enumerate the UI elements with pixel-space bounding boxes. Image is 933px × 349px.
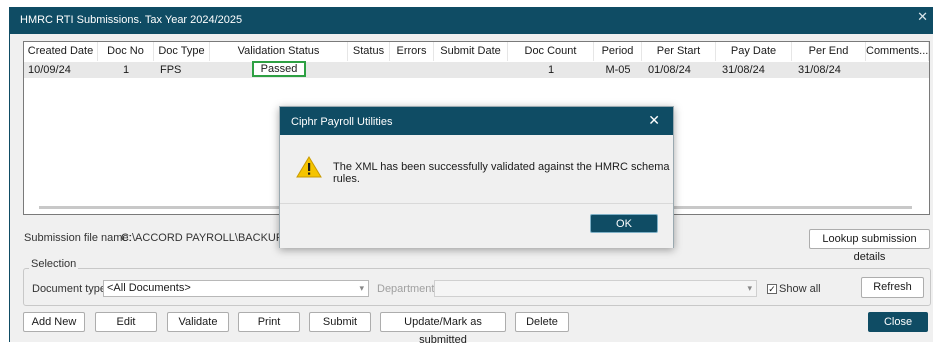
delete-button[interactable]: Delete (515, 312, 569, 332)
cell-comments (866, 62, 929, 78)
warning-icon (296, 156, 322, 178)
update-mark-submitted-button[interactable]: Update/Mark as submitted (380, 312, 506, 346)
col-header-pay-date[interactable]: Pay Date (716, 42, 792, 61)
chevron-down-icon: ▾ (747, 283, 752, 293)
submission-file-label: Submission file name: (24, 232, 132, 244)
lookup-submission-details-button[interactable]: Lookup submission details (809, 229, 930, 263)
validation-result-dialog: Ciphr Payroll Utilities ✕ The XML has be… (279, 106, 674, 248)
cell-errors (390, 62, 434, 78)
cell-doc-no: 1 (122, 64, 130, 76)
edit-button[interactable]: Edit (95, 312, 157, 332)
window-title: HMRC RTI Submissions. Tax Year 2024/2025 (20, 14, 243, 26)
col-header-submit-date[interactable]: Submit Date (434, 42, 508, 61)
close-icon[interactable]: ✕ (917, 9, 928, 25)
cell-period: M-05 (605, 64, 631, 76)
col-header-validation-status[interactable]: Validation Status (210, 42, 348, 61)
col-header-status[interactable]: Status (348, 42, 390, 61)
table-row[interactable]: 10/09/24 1 FPS Passed 1 M-05 01/08/24 31… (24, 61, 929, 78)
refresh-button[interactable]: Refresh (861, 277, 924, 298)
add-new-button[interactable]: Add New (23, 312, 85, 332)
dialog-title: Ciphr Payroll Utilities (291, 116, 393, 128)
ok-button[interactable]: OK (590, 214, 658, 233)
title-bar: HMRC RTI Submissions. Tax Year 2024/2025… (10, 7, 933, 34)
chevron-down-icon: ▾ (359, 283, 364, 293)
cell-per-start: 01/08/24 (648, 64, 691, 76)
cell-status (348, 62, 390, 78)
cell-submit-date (434, 62, 508, 78)
close-button[interactable]: Close (868, 312, 928, 332)
cell-doc-type: FPS (160, 64, 182, 76)
dialog-message: The XML has been successfully validated … (333, 161, 670, 185)
show-all-label: Show all (779, 283, 821, 295)
col-header-created-date[interactable]: Created Date (24, 42, 98, 61)
cell-validation-status: Passed (252, 61, 306, 77)
col-header-errors[interactable]: Errors (390, 42, 434, 61)
col-header-comments[interactable]: Comments... (866, 42, 929, 61)
selection-legend: Selection (29, 258, 79, 270)
col-header-per-start[interactable]: Per Start (642, 42, 716, 61)
col-header-period[interactable]: Period (594, 42, 642, 61)
col-header-doc-no[interactable]: Doc No (98, 42, 154, 61)
submit-button[interactable]: Submit (309, 312, 371, 332)
validate-button[interactable]: Validate (167, 312, 229, 332)
cell-doc-count: 1 (547, 64, 555, 76)
dialog-title-bar: Ciphr Payroll Utilities ✕ (280, 107, 673, 135)
dialog-close-icon[interactable]: ✕ (648, 112, 660, 129)
cell-pay-date: 31/08/24 (722, 64, 765, 76)
col-header-doc-type[interactable]: Doc Type (154, 42, 210, 61)
dialog-footer: OK (280, 203, 673, 248)
col-header-per-end[interactable]: Per End (792, 42, 866, 61)
show-all-checkbox[interactable]: ✓ (767, 284, 777, 294)
document-types-select[interactable]: <All Documents> ▾ (103, 280, 369, 297)
cell-per-end: 31/08/24 (798, 64, 841, 76)
cell-created-date: 10/09/24 (28, 64, 71, 76)
col-header-doc-count[interactable]: Doc Count (508, 42, 594, 61)
print-button[interactable]: Print (238, 312, 300, 332)
document-types-value: <All Documents> (107, 282, 191, 294)
departments-select[interactable]: ▾ (434, 280, 757, 297)
